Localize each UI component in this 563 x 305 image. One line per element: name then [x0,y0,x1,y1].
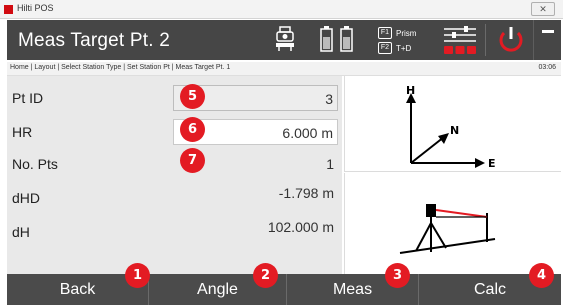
minimize-icon [542,30,554,33]
window-close-button[interactable]: ✕ [531,2,555,16]
dh-field: 102.000 m [173,219,338,245]
measurement-data-panel: Pt ID 3 HR 6.000 m No. Pts 1 dHD -1.798 … [7,76,342,274]
callout-7: 7 [180,148,205,173]
coordinate-axes-diagram: H N E [344,76,561,172]
callout-5: 5 [180,84,205,109]
dhd-label: dHD [12,190,41,206]
hr-label: HR [12,124,33,140]
h-axis-label: H [406,84,415,97]
breadcrumb-path[interactable]: Home | Layout | Select Station Type | Se… [10,64,230,71]
dh-row: dH 102.000 m [7,214,342,248]
f1-key-badge: F1 [378,27,392,39]
dhd-field: -1.798 m [173,185,338,211]
minimize-button[interactable] [533,20,561,60]
pt-id-label: Pt ID [12,90,44,106]
settings-sliders-icon[interactable] [440,23,480,57]
instrument-icon[interactable] [269,23,301,57]
power-icon[interactable] [493,23,529,57]
hr-value: 6.000 m [282,125,333,141]
callout-3: 3 [385,263,410,288]
window-title: Hilti POS [17,3,54,13]
clock: 03:06 [538,64,556,71]
breadcrumb: Home | Layout | Select Station Type | Se… [7,62,561,76]
station-target-diagram [344,173,561,274]
no-pts-value: 1 [326,156,334,172]
hr-row: HR 6.000 m [7,114,342,148]
line-of-sight-icon [435,209,488,218]
app-header: Meas Target Pt. 2 F1 Prism F2 T+D [7,20,561,60]
no-pts-label: No. Pts [12,156,58,172]
f2-key-badge: F2 [378,42,392,54]
no-pts-row: No. Pts 1 [7,146,342,180]
window-titlebar: Hilti POS ✕ [0,0,563,19]
f2-mode-label: T+D [396,44,412,53]
e-axis-label: E [488,157,496,170]
callout-1: 1 [125,263,150,288]
n-axis-label: N [450,124,459,137]
dh-value: 102.000 m [267,219,334,235]
callout-6: 6 [180,117,205,142]
softkey-bar: Back Angle Meas Calc [7,274,561,305]
hilti-app-icon [4,5,13,14]
dh-label: dH [12,224,30,240]
f1-mode-label: Prism [396,29,417,38]
page-title: Meas Target Pt. 2 [18,30,170,51]
pt-id-row: Pt ID 3 [7,80,342,114]
battery-status-icon[interactable] [315,23,359,57]
pt-id-value: 3 [325,91,333,107]
prism-mode-selector[interactable]: F1 Prism F2 T+D [378,23,430,57]
dhd-value: -1.798 m [278,185,334,201]
axes-lines [406,93,485,168]
header-separator [485,24,486,56]
dhd-row: dHD -1.798 m [7,180,342,214]
callout-4: 4 [529,263,554,288]
callout-2: 2 [253,263,278,288]
